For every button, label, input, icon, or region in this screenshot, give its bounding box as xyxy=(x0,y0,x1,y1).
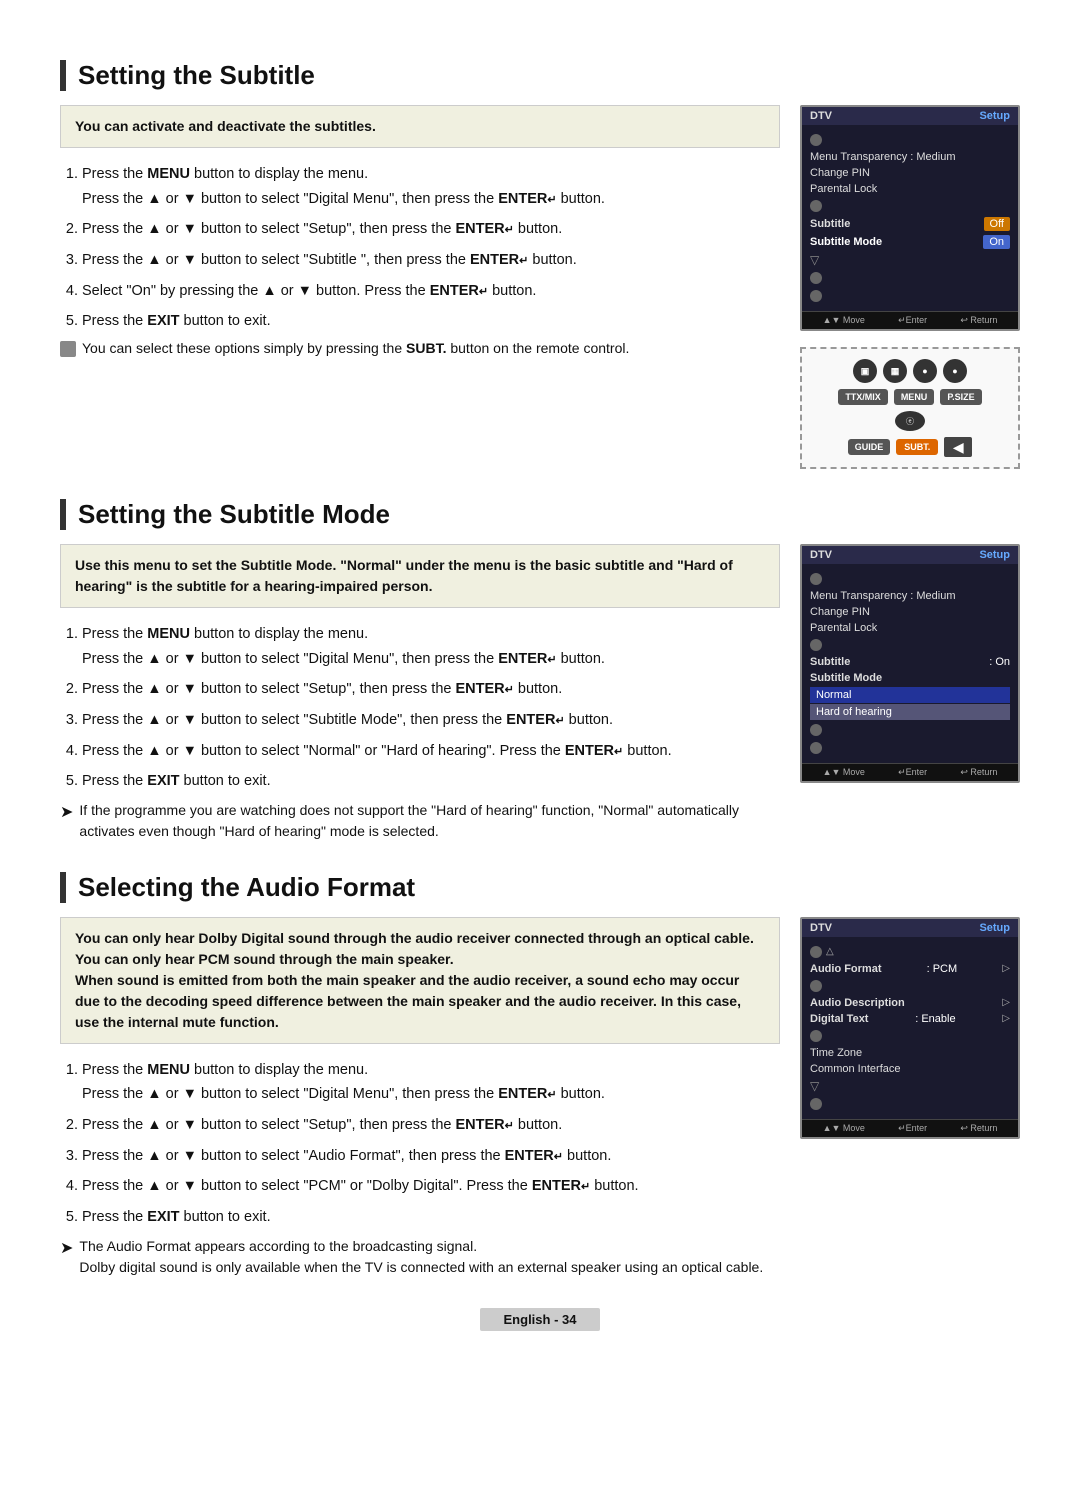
section2-screens: DTV Setup Menu Transparency : Medium Cha… xyxy=(800,544,1020,783)
note-arrow3-1: ➤ xyxy=(60,1237,73,1261)
section1-tv-screen: DTV Setup Menu Transparency : Medium Cha… xyxy=(800,105,1020,331)
subtitle-mode-on-badge: On xyxy=(983,235,1010,249)
section1-infobox-text: You can activate and deactivate the subt… xyxy=(75,118,376,134)
section2-infobox: Use this menu to set the Subtitle Mode. … xyxy=(60,544,780,608)
tv-icon3 xyxy=(810,272,822,284)
section1-steps: Press the MENU button to display the men… xyxy=(82,162,780,334)
section1-title: Setting the Subtitle xyxy=(60,60,1020,91)
section1-step1: Press the MENU button to display the men… xyxy=(82,162,780,211)
tv-body1: Menu Transparency : Medium Change PIN Pa… xyxy=(802,125,1018,311)
remote-btn-circle1: ▣ xyxy=(853,359,877,383)
remote-btn-circle4: ● xyxy=(943,359,967,383)
tv-icon-s2-1 xyxy=(810,573,822,585)
section3-step2: Press the ▲ or ▼ button to select "Setup… xyxy=(82,1113,780,1138)
tv-icon-s2-3 xyxy=(810,724,822,736)
section3-step5: Press the EXIT button to exit. xyxy=(82,1205,780,1230)
remote-guide-btn: GUIDE xyxy=(848,439,891,455)
remote-btn-circle2: ▦ xyxy=(883,359,907,383)
tv-header2: DTV Setup xyxy=(802,546,1018,564)
section3-step1: Press the MENU button to display the men… xyxy=(82,1058,780,1107)
section3-infobox-b1: You can only hear Dolby Digital sound th… xyxy=(75,930,754,967)
page-footer: English - 34 xyxy=(60,1308,1020,1331)
remote-area: ▣ ▦ ● ● TTX/MIX MENU P.SIZE ⓔ GUIDE xyxy=(800,347,1020,469)
section3: Selecting the Audio Format You can only … xyxy=(60,872,1020,1278)
remote-psize-btn: P.SIZE xyxy=(940,389,981,405)
section1-screens: DTV Setup Menu Transparency : Medium Cha… xyxy=(800,105,1020,469)
section2-step4: Press the ▲ or ▼ button to select "Norma… xyxy=(82,739,780,764)
tv-icon-s2-4 xyxy=(810,742,822,754)
remote-subt-btn: SUBT. xyxy=(896,439,938,455)
tv-icon-s3-4 xyxy=(810,1098,822,1110)
remote-ok-btn: ⓔ xyxy=(895,411,925,431)
note-icon xyxy=(60,341,76,357)
section3-title: Selecting the Audio Format xyxy=(60,872,1020,903)
section1-infobox: You can activate and deactivate the subt… xyxy=(60,105,780,148)
section1-step4: Select "On" by pressing the ▲ or ▼ butto… xyxy=(82,279,780,304)
section2-infobox-text: Use this menu to set the Subtitle Mode. … xyxy=(75,557,733,594)
tv-footer3: ▲▼ Move ↵Enter ↩ Return xyxy=(802,1119,1018,1137)
remote-ttxmix-btn: TTX/MIX xyxy=(838,389,888,405)
section3-step4: Press the ▲ or ▼ button to select "PCM" … xyxy=(82,1174,780,1199)
section2-title: Setting the Subtitle Mode xyxy=(60,499,1020,530)
section1-step5: Press the EXIT button to exit. xyxy=(82,309,780,334)
section2: Setting the Subtitle Mode Use this menu … xyxy=(60,499,1020,842)
section3-note1: ➤ The Audio Format appears according to … xyxy=(60,1236,780,1278)
tv-icon4 xyxy=(810,290,822,302)
section3-step3: Press the ▲ or ▼ button to select "Audio… xyxy=(82,1144,780,1169)
tv-icon2 xyxy=(810,200,822,212)
tv-body3: △ Audio Format : PCM ▷ Audio Description… xyxy=(802,937,1018,1119)
tv-icon-s3-2 xyxy=(810,980,822,992)
tv-body2: Menu Transparency : Medium Change PIN Pa… xyxy=(802,564,1018,763)
section1-step2: Press the ▲ or ▼ button to select "Setup… xyxy=(82,217,780,242)
section3-tv-screen: DTV Setup △ Audio Format : PCM ▷ xyxy=(800,917,1020,1139)
section2-step5: Press the EXIT button to exit. xyxy=(82,769,780,794)
section3-infobox-b2: When sound is emitted from both the main… xyxy=(75,972,741,1030)
footer-badge: English - 34 xyxy=(480,1308,601,1331)
remote-menu-btn: MENU xyxy=(894,389,935,405)
tv-header3: DTV Setup xyxy=(802,919,1018,937)
section2-step3: Press the ▲ or ▼ button to select "Subti… xyxy=(82,708,780,733)
section2-step1: Press the MENU button to display the men… xyxy=(82,622,780,671)
tv-header1: DTV Setup xyxy=(802,107,1018,125)
section1-step3: Press the ▲ or ▼ button to select "Subti… xyxy=(82,248,780,273)
note-arrow: ➤ xyxy=(60,801,73,825)
remote-arrow-right-btn: ◀ xyxy=(944,437,972,457)
tv-icon-s3-3 xyxy=(810,1030,822,1042)
section2-steps: Press the MENU button to display the men… xyxy=(82,622,780,794)
tv-icon-s3-1 xyxy=(810,946,822,958)
section3-steps: Press the MENU button to display the men… xyxy=(82,1058,780,1230)
section2-note: ➤ If the programme you are watching does… xyxy=(60,800,780,842)
section3-infobox: You can only hear Dolby Digital sound th… xyxy=(60,917,780,1044)
tv-footer1: ▲▼ Move ↵Enter ↩ Return xyxy=(802,311,1018,329)
section2-step2: Press the ▲ or ▼ button to select "Setup… xyxy=(82,677,780,702)
subtitle-normal-bar: Normal xyxy=(810,687,1010,703)
section3-screens: DTV Setup △ Audio Format : PCM ▷ xyxy=(800,917,1020,1139)
section1-subnote: You can select these options simply by p… xyxy=(60,340,780,357)
section2-tv-screen: DTV Setup Menu Transparency : Medium Cha… xyxy=(800,544,1020,783)
tv-icon-s2-2 xyxy=(810,639,822,651)
tv-footer2: ▲▼ Move ↵Enter ↩ Return xyxy=(802,763,1018,781)
subtitle-hearing-bar: Hard of hearing xyxy=(810,704,1010,720)
section1: Setting the Subtitle You can activate an… xyxy=(60,60,1020,469)
remote-btn-circle3: ● xyxy=(913,359,937,383)
subtitle-off-badge: Off xyxy=(984,217,1010,231)
tv-icon-antenna xyxy=(810,134,822,146)
